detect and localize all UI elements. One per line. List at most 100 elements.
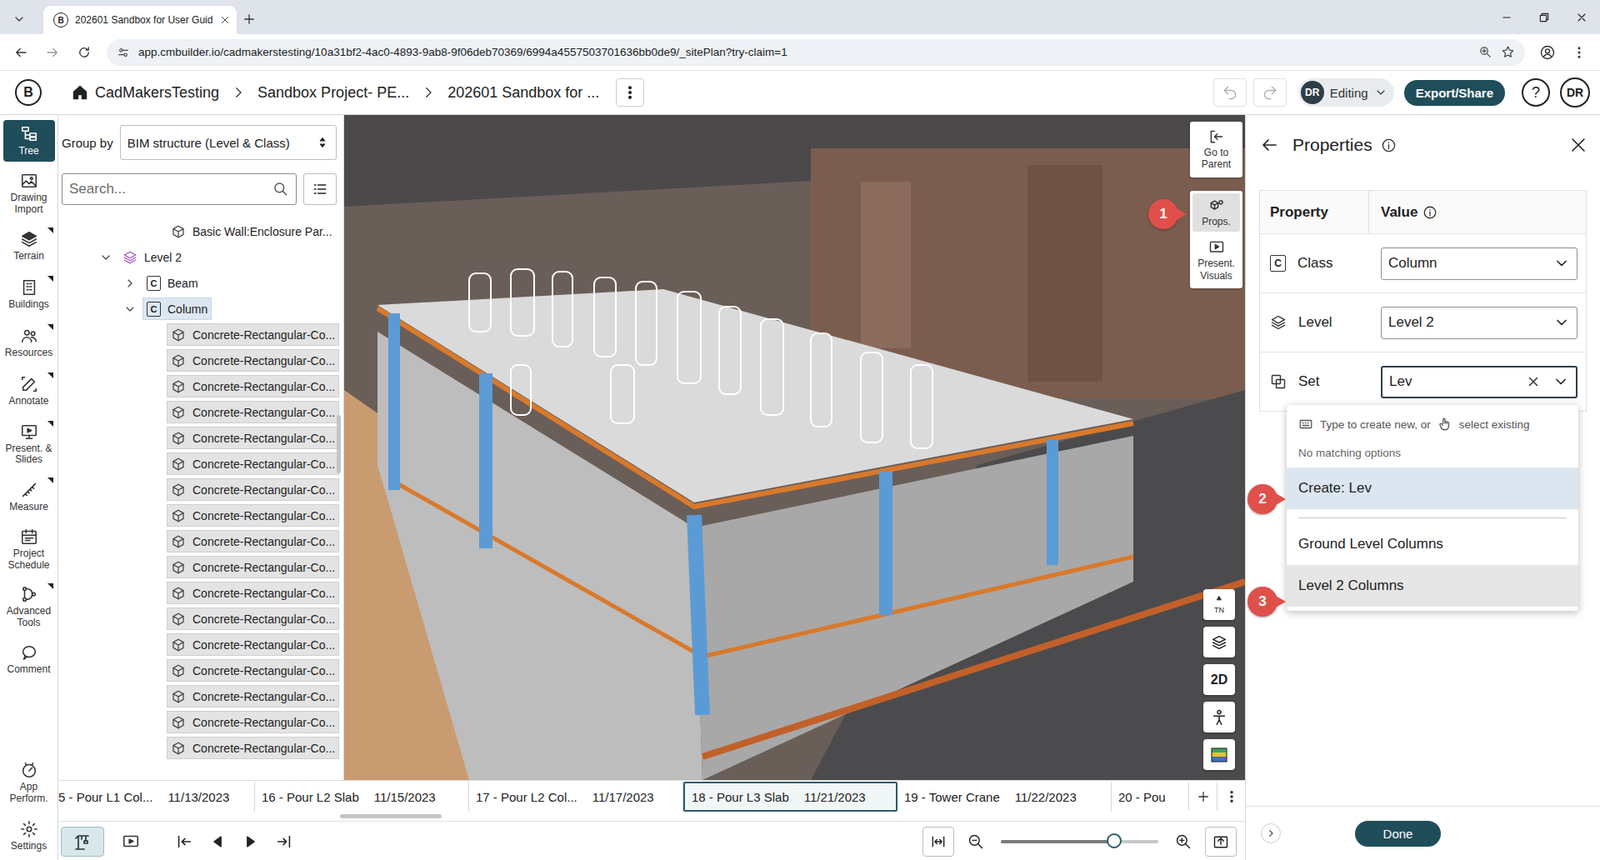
view-tool-button[interactable]	[1203, 701, 1235, 733]
zoom-slider-thumb[interactable]	[1106, 833, 1122, 849]
mode-selector[interactable]: DR Editing	[1298, 78, 1395, 107]
tree-row[interactable]: Concrete-Rectangular-Co...	[58, 399, 344, 425]
tree-node[interactable]: Concrete-Rectangular-Co...	[166, 736, 340, 760]
export-share-button[interactable]: Export/Share	[1404, 80, 1505, 106]
timeline-item[interactable]: 17 - Pour L2 Col... 11/17/2023	[469, 781, 684, 812]
app-logo[interactable]: B	[15, 79, 42, 106]
browser-menu-button[interactable]	[1565, 38, 1594, 67]
tree-row[interactable]: Concrete-Rectangular-Co...	[58, 373, 344, 400]
group-by-select[interactable]: BIM structure (Level & Class)	[120, 125, 337, 160]
view-tool-button[interactable]: 2D	[1203, 664, 1235, 695]
profile-button[interactable]	[1533, 38, 1562, 67]
tree-row[interactable]: Concrete-Rectangular-Co...	[58, 735, 344, 761]
breadcrumb-item[interactable]: Sandbox Project- PE...	[257, 84, 410, 102]
tree-node[interactable]: Concrete-Rectangular-Co...	[166, 375, 340, 398]
tree-row[interactable]: Concrete-Rectangular-Co...	[58, 321, 344, 348]
tree-scrollbar[interactable]	[336, 415, 341, 474]
tree-node[interactable]: Concrete-Rectangular-Co...	[166, 426, 340, 450]
close-button[interactable]	[1568, 135, 1589, 155]
tree-row[interactable]: Concrete-Rectangular-Co...	[58, 605, 344, 632]
first-step-button[interactable]	[167, 826, 201, 857]
rail-item[interactable]: Project Schedule	[3, 524, 55, 575]
tree-node[interactable]: C Column	[142, 297, 212, 320]
tree-node[interactable]: Concrete-Rectangular-Co...	[166, 555, 340, 579]
undo-button[interactable]	[1213, 78, 1247, 107]
expander[interactable]	[120, 274, 140, 293]
new-tab-button[interactable]	[236, 5, 262, 33]
zoom-slider[interactable]	[1000, 840, 1159, 844]
rail-item[interactable]: Settings	[3, 815, 55, 857]
address-bar[interactable]: app.cmbuilder.io/cadmakerstesting/10a31b…	[106, 39, 1525, 66]
tree-row[interactable]: C Column	[58, 295, 344, 322]
expander[interactable]	[96, 248, 115, 267]
dropdown-option[interactable]: Ground Level Columns	[1286, 523, 1579, 565]
next-step-button[interactable]	[234, 826, 268, 857]
tree-node[interactable]: Concrete-Rectangular-Co...	[166, 323, 340, 346]
more-button[interactable]	[615, 78, 645, 107]
tree-node[interactable]: Concrete-Rectangular-Co...	[166, 710, 340, 734]
rail-item[interactable]: Buildings	[3, 274, 55, 316]
rail-item[interactable]: Drawing Import	[3, 168, 55, 220]
tree-node[interactable]: Concrete-Rectangular-Co...	[166, 659, 340, 682]
browser-tab[interactable]: B 202601 Sandbox for User Guid	[43, 5, 237, 35]
rail-item[interactable]: Annotate	[3, 370, 55, 413]
zoom-in-button[interactable]	[1166, 826, 1200, 857]
tree-row[interactable]: Concrete-Rectangular-Co...	[58, 657, 344, 684]
tree-node[interactable]: Concrete-Rectangular-Co...	[166, 633, 340, 656]
timeline-item[interactable]: 5 - Pour L1 Col... 11/13/2023	[58, 781, 255, 812]
tree-row[interactable]: Concrete-Rectangular-Co...	[58, 554, 344, 580]
tree-row[interactable]: Concrete-Rectangular-Co...	[58, 528, 344, 555]
tree-node[interactable]: Concrete-Rectangular-Co...	[166, 349, 340, 372]
tree-row[interactable]: Concrete-Rectangular-Co...	[58, 683, 344, 710]
rail-item[interactable]: Tree	[3, 120, 55, 162]
timeline-item[interactable]: 18 - Pour L3 Slab 11/21/2023	[683, 781, 898, 812]
breadcrumb-item[interactable]: 202601 Sandbox for ...	[447, 84, 600, 102]
timeline-item[interactable]: 19 - Tower Crane 11/22/2023	[897, 781, 1112, 812]
clear-button[interactable]	[1525, 374, 1541, 390]
reload-button[interactable]	[70, 38, 99, 67]
tree-row[interactable]: C Beam	[58, 270, 344, 296]
fit-width-button[interactable]	[922, 826, 955, 857]
tree-node[interactable]: Concrete-Rectangular-Co...	[166, 685, 340, 708]
add-slide-button[interactable]	[1188, 782, 1217, 811]
tree-node[interactable]: Basic Wall:Enclosure Par...	[166, 220, 337, 243]
value-select[interactable]: Level 2	[1380, 306, 1578, 340]
site-view-button[interactable]	[60, 826, 105, 857]
done-button[interactable]: Done	[1355, 820, 1442, 847]
tree-node[interactable]: Concrete-Rectangular-Co...	[166, 581, 340, 605]
redo-button[interactable]	[1253, 78, 1287, 107]
breadcrumb-item[interactable]: CadMakersTesting	[95, 84, 220, 102]
rail-item[interactable]: Measure	[3, 475, 55, 518]
value-select[interactable]: Column	[1380, 247, 1578, 280]
tree-node[interactable]: Concrete-Rectangular-Co...	[166, 478, 340, 501]
filter-button[interactable]	[303, 173, 337, 205]
tree-node[interactable]: Concrete-Rectangular-Co...	[166, 504, 340, 527]
help-button[interactable]: ?	[1521, 78, 1550, 107]
create-option[interactable]: Create: Lev	[1286, 467, 1579, 510]
expander[interactable]	[120, 300, 140, 319]
tree-row[interactable]: Concrete-Rectangular-Co...	[58, 476, 344, 503]
viewport-tool-button[interactable]: Present. Visuals	[1192, 235, 1240, 286]
expand-button[interactable]	[1260, 823, 1281, 844]
scene-3d-view[interactable]	[344, 115, 1245, 780]
previous-step-button[interactable]	[200, 826, 235, 857]
search-field[interactable]: Search...	[61, 173, 297, 205]
tree-row[interactable]: Concrete-Rectangular-Co...	[58, 347, 344, 374]
tree-node[interactable]: Level 2	[118, 245, 186, 269]
close-window-button[interactable]	[1562, 0, 1600, 35]
last-step-button[interactable]	[267, 826, 301, 857]
timeline-item[interactable]: 16 - Pour L2 Slab 11/15/2023	[255, 781, 470, 812]
back-button[interactable]	[1259, 135, 1280, 155]
tree-row[interactable]: Concrete-Rectangular-Co...	[58, 425, 344, 451]
user-avatar[interactable]: DR	[1560, 77, 1590, 108]
forward-button[interactable]	[38, 38, 67, 67]
back-button[interactable]	[6, 38, 35, 67]
dropdown-option[interactable]: Level 2 Columns	[1286, 565, 1579, 607]
tree-node[interactable]: Concrete-Rectangular-Co...	[166, 607, 340, 630]
value-input[interactable]: Lev	[1380, 365, 1578, 399]
rail-item[interactable]: App Perform.	[3, 757, 55, 809]
rail-item[interactable]: Present. & Slides	[3, 419, 55, 470]
tree-node[interactable]: Concrete-Rectangular-Co...	[166, 400, 340, 424]
viewport[interactable]: Go to Parent Props. Present. Visuals TN2…	[344, 115, 1245, 780]
view-tool-button[interactable]	[1203, 626, 1235, 658]
